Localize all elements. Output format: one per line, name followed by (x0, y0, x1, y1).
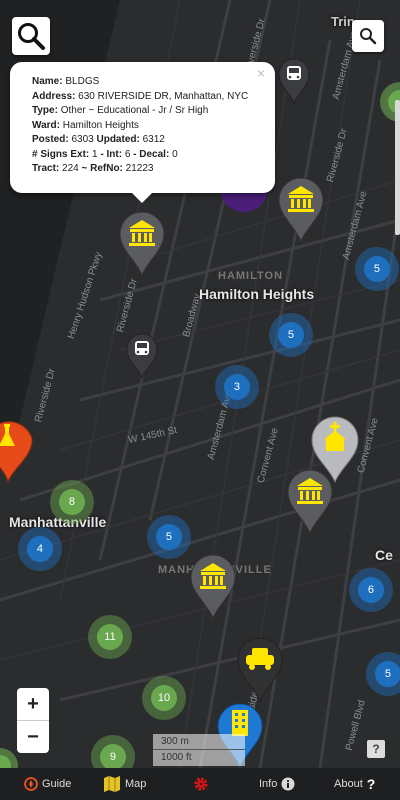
gear-icon (194, 777, 208, 791)
subway-marker[interactable] (126, 333, 158, 379)
popup-type-label: Type: (32, 105, 58, 116)
popup-signs-row: # Signs Ext: 1 - Int: 6 - Decal: 0 (32, 148, 275, 163)
cluster-count: 9 (99, 743, 127, 768)
map-canvas[interactable]: Riverside Dr Riverside Dr Henry Hudson P… (0, 0, 400, 768)
nav-info-label: Info (259, 778, 278, 790)
nav-guide[interactable]: Guide (24, 768, 71, 800)
cluster-count: 3 (223, 373, 251, 401)
bank-building-marker[interactable] (189, 553, 237, 619)
folded-map-icon (104, 776, 120, 792)
popup-decal-label: - Decal: (133, 148, 170, 160)
cluster-count: 5 (277, 321, 305, 349)
lab-flask-marker[interactable] (0, 412, 34, 482)
church-marker[interactable] (310, 415, 360, 483)
nav-settings[interactable] (193, 768, 209, 800)
popup-tract-row: Tract: 224 ~ RefNo: 21223 (32, 162, 275, 177)
marker-cluster[interactable]: 5 (147, 515, 191, 559)
map-scrollbar[interactable] (395, 100, 400, 235)
popup-ward-label: Ward: (32, 119, 60, 131)
popup-signs-label: # Signs Ext: (32, 148, 90, 160)
neighborhood-label: Ce (375, 547, 393, 563)
popup-updated-value: 6312 (142, 134, 165, 145)
marker-info-popup: × Name: BLDGS Address: 630 RIVERSIDE DR,… (10, 62, 275, 203)
cluster-count: 11 (96, 623, 124, 651)
popup-ward-row: Ward: Hamilton Heights (32, 119, 275, 134)
question-mark-icon: ? (366, 776, 376, 792)
zoom-in-button[interactable]: + (17, 688, 49, 721)
marker-cluster[interactable]: 5 (269, 313, 313, 357)
marker-cluster[interactable]: 5 (355, 247, 399, 291)
cluster-count: 6 (357, 576, 385, 604)
scale-metric: 300 m (153, 734, 245, 750)
nav-map-label: Map (125, 778, 147, 790)
popup-address-row: Address: 630 RIVERSIDE DR, Manhattan, NY… (32, 90, 275, 105)
popup-signs-ext-value: 1 (92, 148, 98, 160)
marker-cluster[interactable]: 8 (50, 480, 94, 524)
map-help-button[interactable]: ? (367, 740, 385, 758)
popup-posted-row: Posted: 6303 Updated: 6312 (32, 133, 275, 148)
nav-about[interactable]: About ? (334, 768, 375, 800)
marker-cluster[interactable]: 11 (88, 615, 132, 659)
popup-address-value: 630 RIVERSIDE DR, Manhattan, NYC (78, 90, 249, 102)
popup-name-label: Name: (32, 76, 63, 87)
cluster-count: 8 (58, 488, 86, 516)
popup-posted-label: Posted: (32, 134, 69, 145)
marker-cluster[interactable]: 4 (18, 527, 62, 571)
bank-building-marker-selected[interactable] (118, 210, 166, 276)
popup-name-row: Name: BLDGS (32, 75, 275, 90)
cluster-count: 5 (374, 660, 400, 688)
cluster-count: 5 (155, 523, 183, 551)
popup-updated-label: Updated: (96, 134, 140, 145)
marker-cluster[interactable]: 10 (142, 676, 186, 720)
scale-imperial: 1000 ft (161, 752, 192, 763)
search-button[interactable] (12, 17, 50, 55)
popup-type-value: Other ~ Educational - Jr / Sr High (60, 105, 209, 116)
popup-refno-value: 21223 (125, 163, 154, 174)
nav-map[interactable]: Map (103, 768, 146, 800)
cluster-count: 4 (26, 535, 54, 563)
popup-refno-label: ~ RefNo: (81, 163, 123, 174)
map-search-button[interactable] (352, 20, 384, 52)
popup-decal-value: 0 (172, 148, 178, 160)
neighborhood-label-faint: HAMILTON (218, 270, 284, 282)
popup-tract-label: Tract: (32, 163, 60, 174)
popup-close-button[interactable]: × (257, 66, 265, 81)
zoom-out-button[interactable]: − (17, 721, 49, 753)
cluster-count: 5 (363, 255, 391, 283)
compass-icon (24, 777, 38, 791)
popup-int-value: 6 (124, 148, 131, 160)
taxi-marker[interactable] (236, 636, 284, 702)
popup-int-label: - Int: (100, 148, 123, 160)
map-scale-bar: 300 m 1000 ft (153, 734, 245, 766)
nav-info[interactable]: Info (259, 768, 295, 800)
marker-cluster[interactable]: 3 (215, 365, 259, 409)
popup-tract-value: 224 (62, 163, 79, 174)
cluster-count: 10 (150, 684, 178, 712)
popup-tail (132, 193, 152, 203)
popup-posted-value: 6303 (71, 134, 94, 145)
bank-building-marker[interactable] (277, 176, 325, 242)
popup-address-label: Address: (32, 90, 76, 102)
search-icon (18, 23, 45, 50)
nav-guide-label: Guide (42, 778, 72, 790)
nav-about-label: About (334, 778, 363, 790)
subway-marker[interactable] (278, 58, 310, 104)
info-icon (281, 777, 295, 791)
popup-name-value: BLDGS (65, 76, 100, 87)
neighborhood-label: Hamilton Heights (199, 286, 315, 302)
popup-ward-value: Hamilton Heights (62, 119, 139, 131)
search-icon (360, 28, 377, 45)
marker-cluster[interactable]: 6 (349, 568, 393, 612)
popup-type-row: Type: Other ~ Educational - Jr / Sr High (32, 104, 275, 119)
